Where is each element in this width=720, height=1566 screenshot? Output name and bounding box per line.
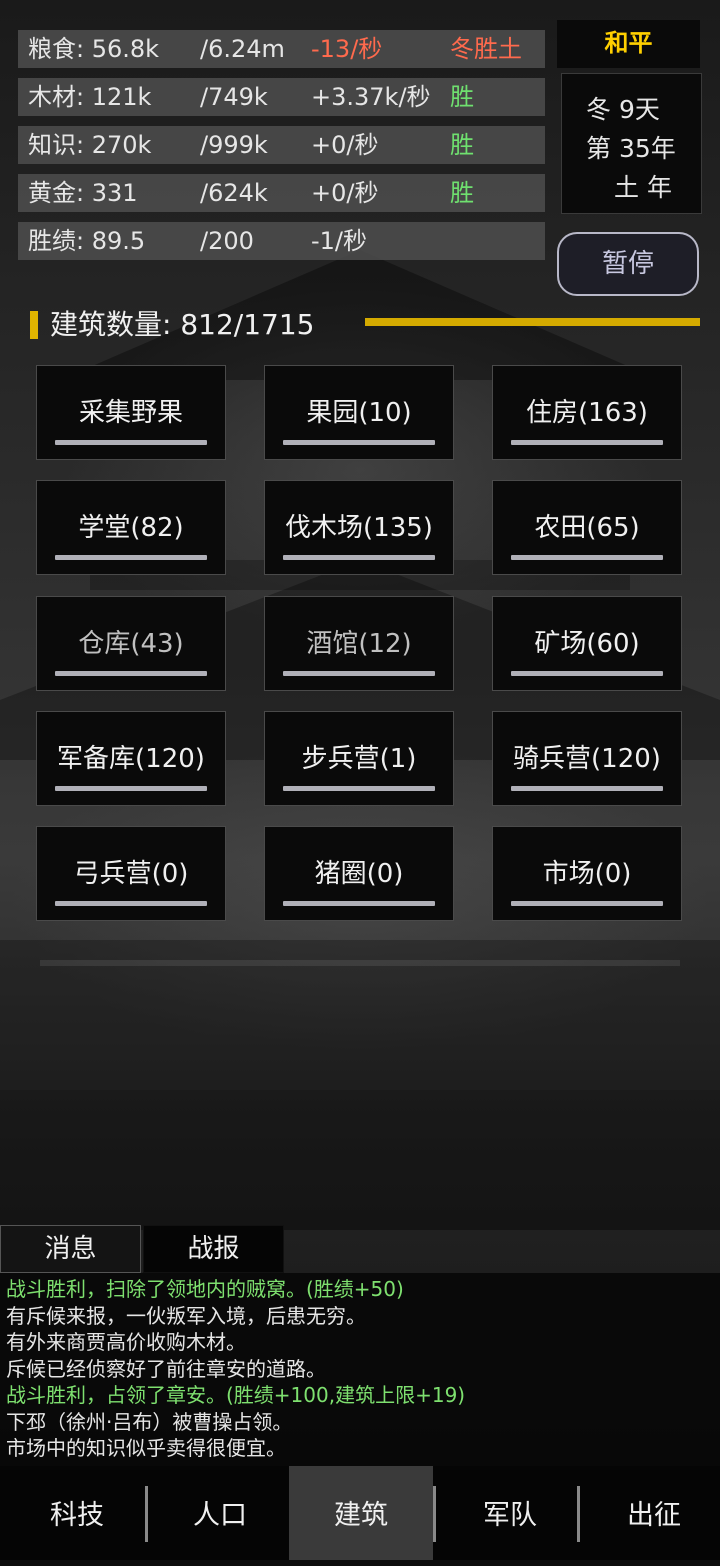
building-label: 矿场(60) bbox=[534, 629, 640, 659]
build-progress-bar bbox=[55, 555, 207, 560]
building-label: 农田(65) bbox=[534, 513, 640, 543]
resource-rate: +0/秒 bbox=[311, 131, 379, 159]
log-line: 下邳（徐州·吕布）被曹操占领。 bbox=[6, 1409, 293, 1434]
building-label: 采集野果 bbox=[78, 398, 183, 428]
season-day: 冬 9天 bbox=[586, 95, 660, 124]
bottom-nav: 科技 人口 建筑 军队 出征 bbox=[0, 1466, 720, 1560]
build-progress-bar bbox=[55, 440, 207, 445]
building-label: 军备库(120) bbox=[57, 744, 205, 774]
resource-rate: +3.37k/秒 bbox=[311, 83, 431, 111]
log-line: 市场中的知识似乎卖得很便宜。 bbox=[6, 1436, 286, 1460]
resource-rate: +0/秒 bbox=[311, 179, 379, 207]
nav-buildings[interactable]: 建筑 bbox=[289, 1466, 433, 1560]
building-button-gather-fruit[interactable]: 采集野果 bbox=[36, 365, 226, 460]
build-progress-bar bbox=[55, 671, 207, 676]
resource-max: /6.24m bbox=[200, 35, 285, 63]
nav-expedition[interactable]: 出征 bbox=[582, 1466, 720, 1560]
building-label: 学堂(82) bbox=[78, 513, 184, 543]
element-year: 土 年 bbox=[614, 173, 672, 202]
log-line: 有外来商贾高价收购木材。 bbox=[6, 1330, 246, 1354]
tab-battle-report[interactable]: 战报 bbox=[143, 1225, 284, 1273]
build-progress-bar bbox=[511, 671, 663, 676]
log-line: 战斗胜利，扫除了领地内的贼窝。(胜绩+50) bbox=[6, 1277, 404, 1301]
building-label: 骑兵营(120) bbox=[513, 744, 661, 774]
building-button-mine[interactable]: 矿场(60) bbox=[492, 596, 682, 691]
tab-messages[interactable]: 消息 bbox=[0, 1225, 141, 1273]
resource-row-food: 粮食: 56.8k /6.24m -13/秒 冬胜土 bbox=[18, 30, 545, 68]
resource-max: /749k bbox=[200, 83, 268, 111]
date-panel: 冬 9天 第 35年 土 年 bbox=[561, 73, 702, 214]
log-line: 斥候已经侦察好了前往章安的道路。 bbox=[6, 1356, 326, 1381]
peace-status: 和平 bbox=[557, 20, 700, 68]
building-button-armory[interactable]: 军备库(120) bbox=[36, 711, 226, 806]
building-button-school[interactable]: 学堂(82) bbox=[36, 480, 226, 575]
building-label: 果园(10) bbox=[306, 398, 412, 428]
resource-name: 粮食: 56.8k bbox=[28, 35, 160, 63]
resource-name: 木材: 121k bbox=[28, 83, 152, 111]
pause-button[interactable]: 暂停 bbox=[557, 232, 699, 296]
resource-max: /624k bbox=[200, 179, 268, 207]
resource-name: 胜绩: 89.5 bbox=[28, 227, 146, 255]
nav-divider bbox=[433, 1486, 436, 1542]
resource-flag: 冬胜土 bbox=[450, 35, 522, 63]
resource-max: /200 bbox=[200, 227, 254, 255]
building-button-orchard[interactable]: 果园(10) bbox=[264, 365, 454, 460]
year-label: 第 35年 bbox=[586, 134, 676, 163]
building-count: 建筑数量: 812/1715 bbox=[50, 308, 315, 341]
building-label: 伐木场(135) bbox=[285, 513, 433, 543]
log-line: 有斥候来报，一伙叛军入境，后患无穷。 bbox=[6, 1303, 366, 1328]
building-button-pigsty[interactable]: 猪圈(0) bbox=[264, 826, 454, 921]
build-progress-bar bbox=[55, 901, 207, 906]
build-progress-bar bbox=[511, 786, 663, 791]
build-progress-bar bbox=[511, 555, 663, 560]
building-button-housing[interactable]: 住房(163) bbox=[492, 365, 682, 460]
resource-rate: -1/秒 bbox=[311, 227, 368, 255]
resource-flag: 胜 bbox=[450, 83, 474, 111]
building-button-lumberyard[interactable]: 伐木场(135) bbox=[264, 480, 454, 575]
nav-army[interactable]: 军队 bbox=[438, 1466, 582, 1560]
build-progress-bar bbox=[283, 786, 435, 791]
resource-flag: 胜 bbox=[450, 131, 474, 159]
building-label: 弓兵营(0) bbox=[73, 859, 189, 889]
building-label: 仓库(43) bbox=[78, 629, 184, 659]
building-button-tavern[interactable]: 酒馆(12) bbox=[264, 596, 454, 691]
nav-population[interactable]: 人口 bbox=[148, 1466, 292, 1560]
section-divider bbox=[365, 318, 700, 326]
resource-name: 知识: 270k bbox=[28, 131, 152, 159]
build-progress-bar bbox=[511, 440, 663, 445]
nav-divider bbox=[577, 1486, 580, 1542]
building-label: 酒馆(12) bbox=[306, 629, 412, 659]
building-label: 猪圈(0) bbox=[314, 859, 404, 889]
resource-row-wood: 木材: 121k /749k +3.37k/秒 胜 bbox=[18, 78, 545, 116]
resource-rate: -13/秒 bbox=[311, 35, 383, 63]
build-progress-bar bbox=[55, 786, 207, 791]
building-label: 住房(163) bbox=[526, 398, 648, 428]
building-button-market[interactable]: 市场(0) bbox=[492, 826, 682, 921]
resource-name: 黄金: 331 bbox=[28, 179, 138, 207]
message-log: 战斗胜利，扫除了领地内的贼窝。(胜绩+50) 有斥候来报，一伙叛军入境，后患无穷… bbox=[0, 1273, 720, 1466]
build-progress-bar bbox=[283, 440, 435, 445]
building-button-warehouse[interactable]: 仓库(43) bbox=[36, 596, 226, 691]
build-progress-bar bbox=[283, 901, 435, 906]
build-progress-bar bbox=[283, 671, 435, 676]
nav-tech[interactable]: 科技 bbox=[5, 1466, 149, 1560]
resource-row-gold: 黄金: 331 /624k +0/秒 胜 bbox=[18, 174, 545, 212]
building-button-archer-camp[interactable]: 弓兵营(0) bbox=[36, 826, 226, 921]
building-button-cavalry-camp[interactable]: 骑兵营(120) bbox=[492, 711, 682, 806]
resource-flag: 胜 bbox=[450, 179, 474, 207]
resource-max: /999k bbox=[200, 131, 268, 159]
build-progress-bar bbox=[511, 901, 663, 906]
resource-row-victory: 胜绩: 89.5 /200 -1/秒 bbox=[18, 222, 545, 260]
build-progress-bar bbox=[283, 555, 435, 560]
building-label: 步兵营(1) bbox=[301, 744, 417, 774]
log-line: 战斗胜利，占领了章安。(胜绩+100,建筑上限+19) bbox=[6, 1383, 466, 1407]
building-button-farmland[interactable]: 农田(65) bbox=[492, 480, 682, 575]
building-label: 市场(0) bbox=[542, 859, 632, 889]
building-button-infantry-camp[interactable]: 步兵营(1) bbox=[264, 711, 454, 806]
section-marker bbox=[30, 311, 38, 339]
resource-row-knowledge: 知识: 270k /999k +0/秒 胜 bbox=[18, 126, 545, 164]
